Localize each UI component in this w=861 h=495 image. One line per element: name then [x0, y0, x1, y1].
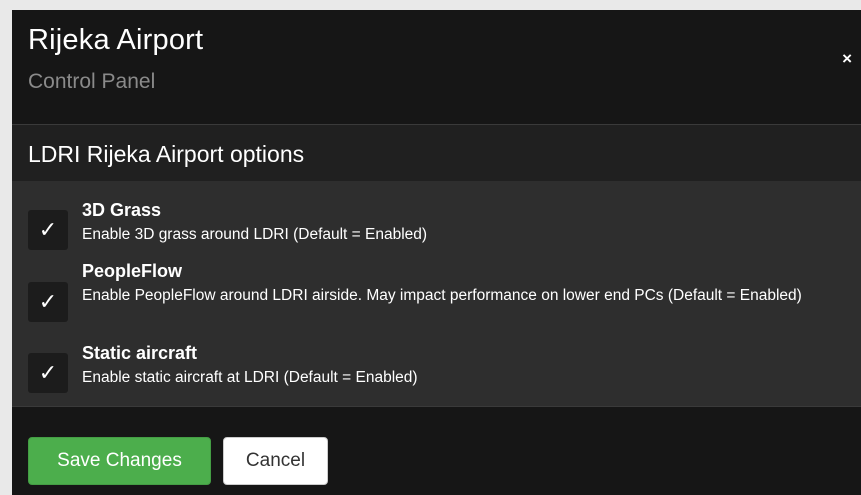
option-name: PeopleFlow	[82, 261, 183, 281]
checkmark-icon: ✓	[38, 360, 58, 385]
option-name: Static aircraft	[82, 343, 198, 363]
control-panel-dialog: Rijeka Airport Control Panel × LDRI Rije…	[12, 10, 861, 495]
option-description: Enable PeopleFlow around LDRI airside. M…	[82, 287, 802, 304]
close-icon[interactable]: ×	[842, 49, 852, 69]
dialog-footer: Save Changes Cancel	[12, 406, 861, 495]
dialog-header: Rijeka Airport Control Panel ×	[12, 10, 861, 124]
cancel-button[interactable]: Cancel	[223, 437, 328, 485]
checkbox-peopleflow[interactable]: ✓	[28, 282, 68, 322]
checkmark-icon: ✓	[38, 217, 58, 242]
dialog-title: Rijeka Airport	[28, 24, 204, 56]
checkmark-icon: ✓	[38, 289, 58, 314]
options-list: ✓ 3D Grass Enable 3D grass around LDRI (…	[12, 181, 861, 406]
section-header: LDRI Rijeka Airport options	[12, 124, 861, 181]
save-changes-button[interactable]: Save Changes	[28, 437, 211, 485]
option-description: Enable static aircraft at LDRI (Default …	[82, 369, 418, 386]
checkbox-static-aircraft[interactable]: ✓	[28, 353, 68, 393]
checkbox-3d-grass[interactable]: ✓	[28, 210, 68, 250]
dialog-subtitle: Control Panel	[28, 70, 156, 93]
section-title: LDRI Rijeka Airport options	[28, 141, 305, 167]
option-name: 3D Grass	[82, 200, 162, 220]
option-description: Enable 3D grass around LDRI (Default = E…	[82, 226, 428, 243]
